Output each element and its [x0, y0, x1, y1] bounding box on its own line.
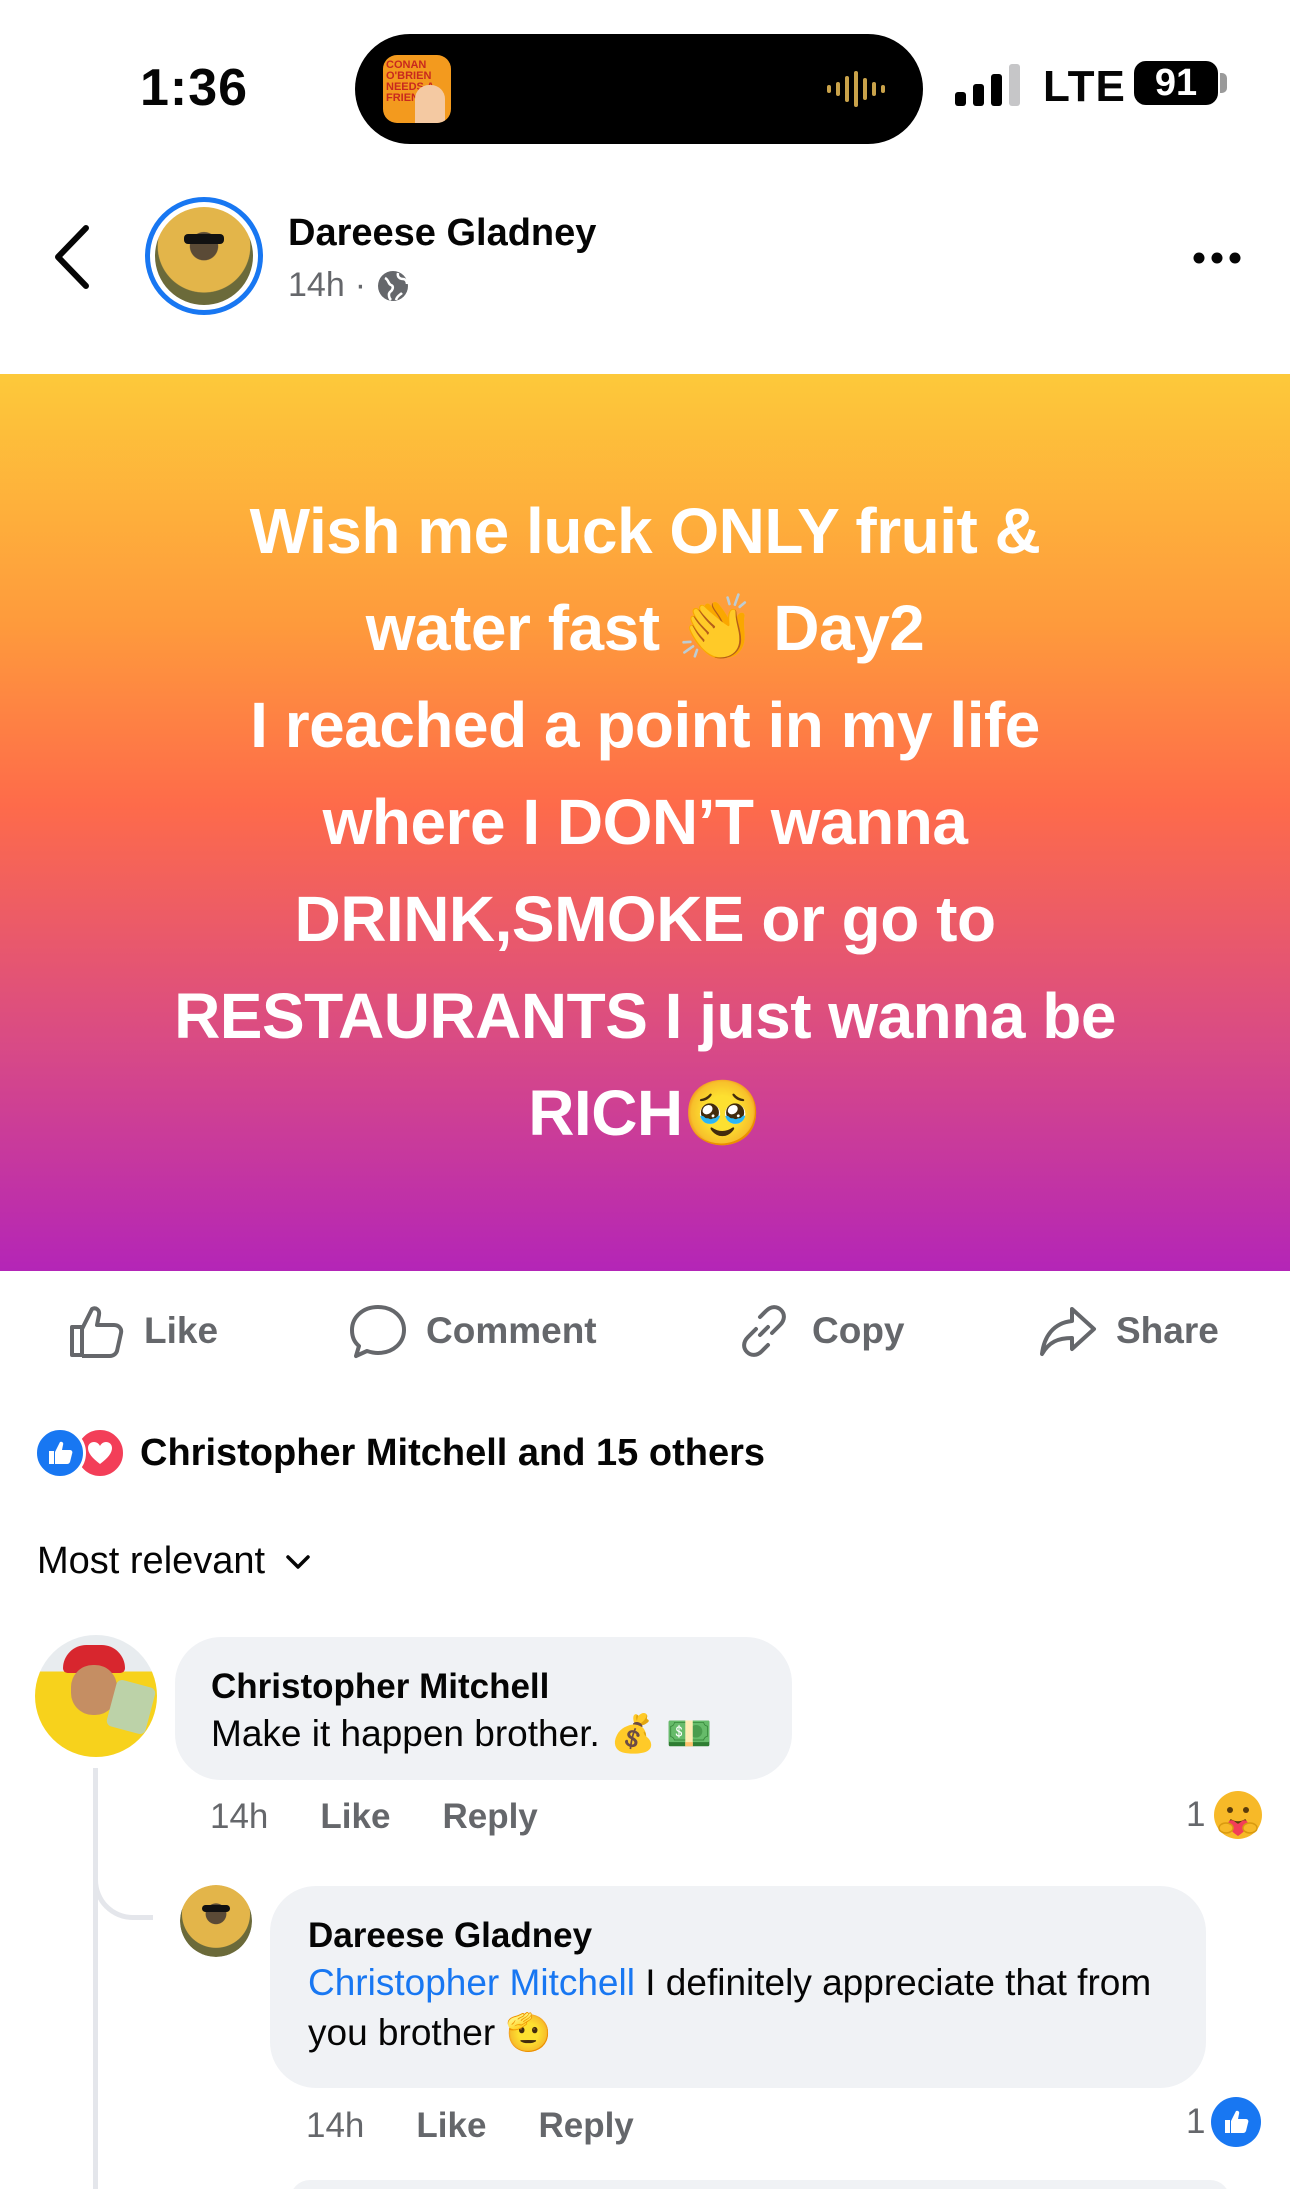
post-line: DRINK,SMOKE or go to — [294, 883, 996, 955]
comment-reply-button[interactable]: Reply — [442, 1797, 537, 1837]
commenter-avatar[interactable] — [35, 1635, 157, 1757]
like-button[interactable]: Like — [66, 1296, 218, 1366]
reactions-summary[interactable]: Christopher Mitchell and 15 others — [34, 1425, 765, 1481]
author-name[interactable]: Dareese Gladney — [288, 212, 596, 255]
reply-time: 14h — [306, 2106, 365, 2145]
cellular-signal-icon — [955, 64, 1020, 106]
comment-button[interactable]: Comment — [348, 1296, 597, 1366]
post-line: Wish me luck ONLY fruit & — [249, 495, 1041, 567]
care-emoji-icon — [1214, 1791, 1263, 1839]
sort-label: Most relevant — [37, 1540, 266, 1582]
post-line: I reached a point in my life — [250, 689, 1040, 761]
post-line: where I DON’T wanna — [322, 786, 968, 858]
now-playing-artwork: CONAN O'BRIEN NEEDS A FRIEND — [383, 55, 451, 123]
comment-bubble[interactable]: Christopher Mitchell Make it happen brot… — [175, 1637, 792, 1780]
comment-label: Comment — [426, 1310, 597, 1351]
post-meta: 14h · — [288, 266, 410, 305]
battery-indicator: 91 — [1134, 61, 1218, 105]
network-type: LTE — [1043, 62, 1126, 111]
post-line: water fast 👏 Day2 — [365, 592, 925, 664]
thumbs-up-icon — [70, 1306, 124, 1358]
share-label: Share — [1116, 1310, 1219, 1351]
comment-author[interactable]: Christopher Mitchell — [211, 1665, 756, 1709]
chevron-left-icon[interactable] — [50, 222, 94, 292]
post-line: RICH🥹 — [528, 1077, 762, 1149]
reply-reply-button[interactable]: Reply — [538, 2106, 633, 2146]
comment-reaction-count[interactable]: 1 — [1186, 1788, 1265, 1842]
post-actions-bar: Like Comment Copy Share — [0, 1296, 1290, 1366]
reply-text: Christopher Mitchell I definitely apprec… — [308, 1958, 1168, 2058]
post-text: Wish me luck ONLY fruit & water fast 👏 D… — [174, 483, 1116, 1162]
comment-sort-dropdown[interactable]: Most relevant — [37, 1540, 313, 1583]
post-line: RESTAURANTS I just wanna be — [174, 980, 1116, 1052]
copy-label: Copy — [812, 1310, 905, 1351]
reply-bubble[interactable]: Dareese Gladney Christopher Mitchell I d… — [270, 1886, 1206, 2088]
battery-nub — [1220, 73, 1227, 93]
like-label: Like — [144, 1310, 219, 1351]
share-arrow-icon — [1040, 1307, 1096, 1356]
link-icon — [742, 1305, 786, 1357]
like-icon — [1211, 2097, 1262, 2147]
reply-reaction-count[interactable]: 1 — [1186, 2097, 1262, 2147]
status-bar: 1:36 CONAN O'BRIEN NEEDS A FRIEND LTE 91 — [0, 0, 1290, 170]
audio-waveform-icon — [827, 71, 885, 107]
meta-separator: · — [354, 266, 367, 304]
more-horizontal-icon[interactable] — [1192, 248, 1242, 268]
next-comment-bubble-partial — [290, 2180, 1230, 2189]
comment-time: 14h — [210, 1797, 269, 1836]
comment-text: Make it happen brother. 💰 💵 — [211, 1713, 713, 1754]
comment-like-button[interactable]: Like — [320, 1797, 390, 1837]
post-time: 14h — [288, 266, 345, 304]
reactions-summary-text: Christopher Mitchell and 15 others — [140, 1431, 765, 1474]
thread-connector — [93, 1850, 153, 1920]
dynamic-island[interactable]: CONAN O'BRIEN NEEDS A FRIEND — [355, 34, 923, 144]
post-background-card: Wish me luck ONLY fruit & water fast 👏 D… — [0, 374, 1290, 1271]
chevron-down-icon — [286, 1554, 310, 1569]
mention-link[interactable]: Christopher Mitchell — [308, 1962, 635, 2003]
reply-like-button[interactable]: Like — [416, 2106, 486, 2146]
like-reaction-icon — [34, 1427, 86, 1479]
copy-link-button[interactable]: Copy — [734, 1296, 905, 1366]
reply-author[interactable]: Dareese Gladney — [308, 1914, 1168, 1958]
thread-line — [93, 1768, 98, 2189]
reaction-count: 1 — [1186, 2102, 1206, 2141]
comment-bubble-icon — [350, 1305, 406, 1358]
status-time: 1:36 — [140, 59, 249, 117]
comment-meta: 14h Like Reply — [210, 1797, 538, 1837]
globe-icon[interactable] — [376, 269, 410, 303]
author-avatar[interactable] — [145, 197, 263, 315]
reaction-count: 1 — [1186, 1795, 1206, 1834]
reply-meta: 14h Like Reply — [306, 2106, 634, 2146]
share-button[interactable]: Share — [1038, 1296, 1219, 1366]
reply-author-avatar[interactable] — [180, 1885, 252, 1957]
